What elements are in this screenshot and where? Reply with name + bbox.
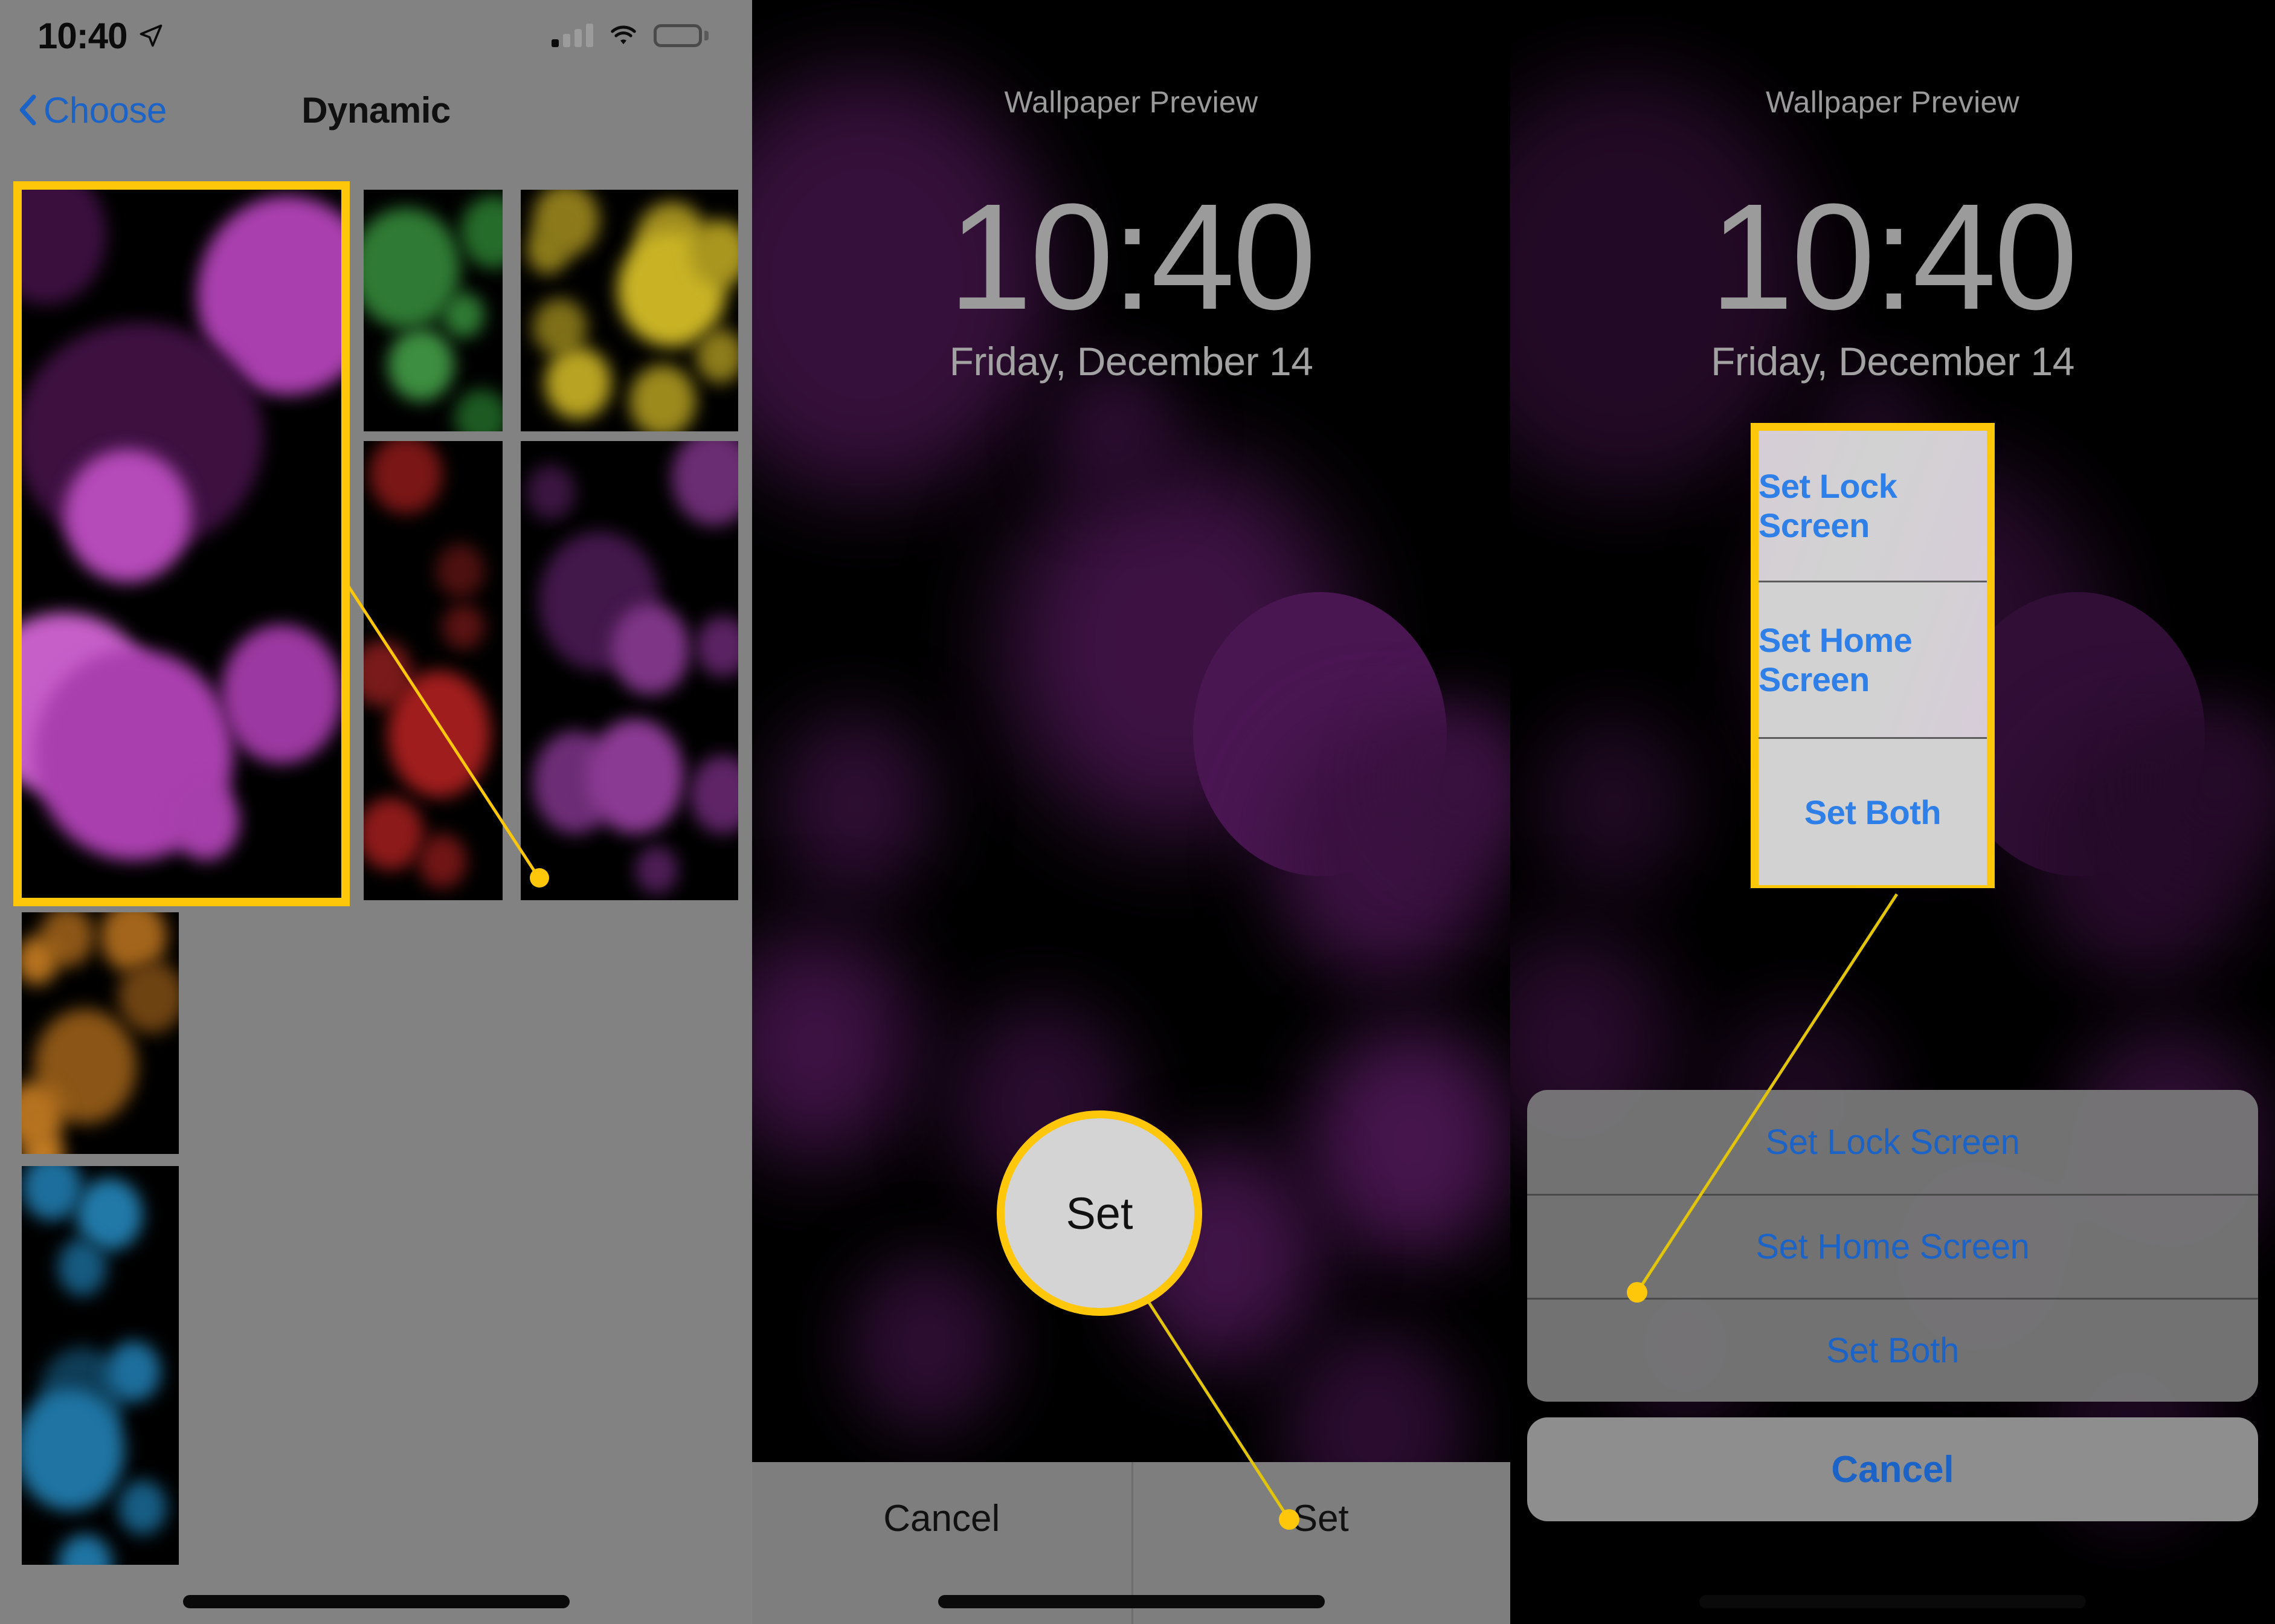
bokeh: [418, 834, 466, 888]
bokeh: [849, 1257, 1006, 1432]
bokeh: [221, 625, 341, 764]
wallpaper-thumbnail-darkpurple[interactable]: [521, 441, 738, 900]
bokeh: [364, 798, 424, 870]
callout-set-button: Set: [997, 1110, 1202, 1316]
bokeh: [527, 226, 569, 274]
wallpaper-thumbnail-darkred[interactable]: [364, 441, 503, 900]
cellular-signal-icon: [552, 24, 593, 47]
wallpaper-chooser-panel: 10:40 Dynamic Choose: [0, 0, 752, 1624]
bokeh: [752, 930, 915, 1160]
bokeh: [442, 292, 484, 338]
callout-set-label: Set: [1066, 1188, 1133, 1239]
lockscreen-clock: 10:40: [1710, 172, 2078, 341]
bokeh: [58, 1239, 106, 1296]
lockscreen-date: Friday, December 14: [949, 339, 1313, 384]
bokeh: [629, 365, 696, 431]
home-indicator: [1699, 1595, 2086, 1608]
wallpaper-thumbnail-purple-selected[interactable]: [22, 190, 341, 898]
bokeh: [696, 329, 738, 383]
bokeh: [22, 1390, 124, 1510]
wallpaper-thumbnail-orange[interactable]: [22, 912, 179, 1154]
status-bar-right: [552, 24, 709, 47]
preview-action-bar: Cancel Set: [752, 1462, 1510, 1624]
bokeh: [388, 671, 491, 798]
status-bar-left: 10:40: [37, 15, 164, 57]
bokeh: [436, 544, 484, 598]
wallpaper-thumbnail-blue[interactable]: [22, 1166, 179, 1565]
callout-set-both: Set Both: [1759, 739, 1987, 885]
bokeh: [611, 604, 690, 695]
status-bar: 10:40: [0, 0, 752, 71]
battery-full-icon: [654, 24, 709, 47]
location-arrow-icon: [140, 24, 162, 47]
bokeh: [672, 441, 738, 526]
bokeh: [64, 450, 191, 582]
bokeh: [118, 961, 179, 1033]
bokeh: [442, 604, 484, 649]
home-indicator: [182, 1595, 570, 1608]
lockscreen-clock: 10:40: [948, 172, 1317, 341]
action-set-lock-screen[interactable]: Set Lock Screen: [1527, 1090, 2258, 1194]
wallpaper-preview-label: Wallpaper Preview: [1004, 85, 1258, 119]
bokeh: [690, 755, 738, 834]
bokeh: [370, 441, 442, 514]
bokeh: [1308, 1027, 1510, 1257]
action-sheet-options: Set Lock Screen Set Home Screen Set Both: [1527, 1090, 2258, 1402]
home-indicator: [938, 1595, 1325, 1608]
callout-set-home-screen: Set Home Screen: [1759, 582, 1987, 737]
callout-set-lock-screen: Set Lock Screen: [1759, 431, 1987, 581]
bokeh: [173, 782, 239, 860]
bokeh: [106, 1341, 161, 1402]
action-set-home-screen[interactable]: Set Home Screen: [1527, 1194, 2258, 1298]
action-set-both[interactable]: Set Both: [1527, 1298, 2258, 1402]
bokeh: [22, 190, 106, 304]
action-sheet-cancel-button[interactable]: Cancel: [1527, 1417, 2258, 1521]
bokeh: [454, 389, 503, 431]
status-bar-clock: 10:40: [37, 15, 127, 56]
bokeh: [527, 465, 575, 520]
bokeh: [776, 713, 933, 894]
wallpaper-preview-label: Wallpaper Preview: [1765, 85, 2020, 119]
bokeh: [696, 616, 738, 677]
bokeh: [545, 347, 611, 419]
bokeh: [58, 1535, 112, 1565]
wallpaper-thumbnail-grid: [13, 181, 739, 1565]
action-sheet: Set Lock Screen Set Home Screen Set Both…: [1527, 1090, 2258, 1521]
navigation-bar: Dynamic Choose: [0, 71, 752, 149]
bokeh: [636, 846, 678, 894]
wallpaper-thumbnail-green[interactable]: [364, 190, 503, 431]
bokeh: [587, 719, 684, 834]
lockscreen-date: Friday, December 14: [1711, 339, 2074, 384]
bokeh: [388, 329, 454, 401]
bokeh: [22, 1166, 82, 1220]
bokeh: [460, 196, 503, 268]
wallpaper-preview-panel: Wallpaper Preview 10:40 Friday, December…: [752, 0, 1510, 1624]
callout-action-sheet: Set Lock Screen Set Home Screen Set Both: [1751, 423, 1995, 888]
bokeh: [118, 1480, 167, 1535]
wallpaper-thumbnail-yellow[interactable]: [521, 190, 738, 431]
page-title: Dynamic: [301, 89, 451, 130]
wifi-icon: [611, 25, 636, 45]
